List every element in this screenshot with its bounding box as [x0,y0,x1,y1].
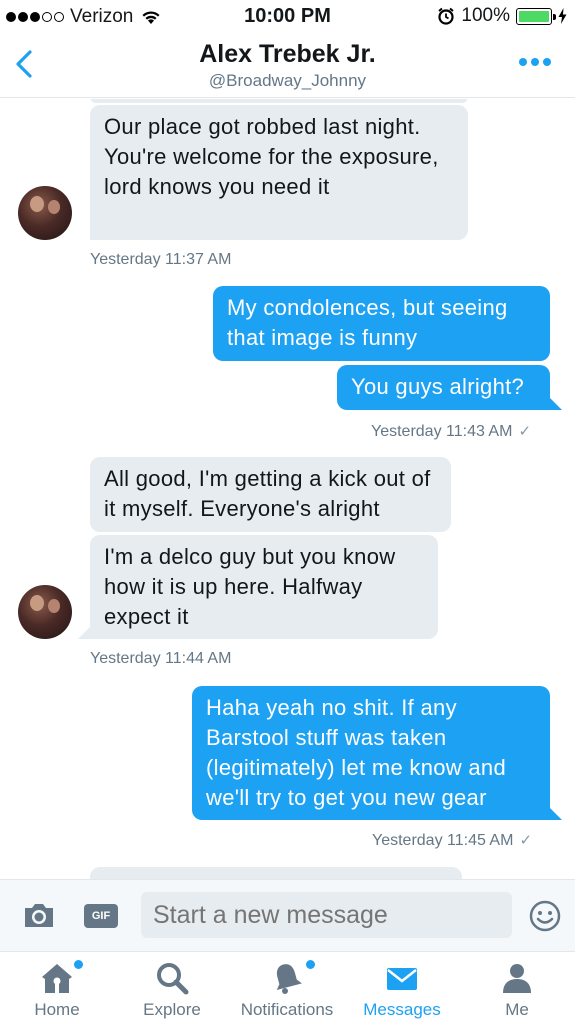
tab-label: Home [34,1000,80,1019]
search-icon [157,963,189,995]
outgoing-message[interactable]: My condolences, but seeing that image is… [213,286,550,361]
avatar[interactable] [18,585,72,639]
conversation-thread[interactable]: Our place got robbed last night. You're … [0,99,575,879]
gif-button[interactable]: GIF [84,904,118,928]
tab-bar: Home Explore Notifications Messages Me [0,951,575,1024]
incoming-message[interactable]: Our place got robbed last night. You're … [90,105,468,240]
avatar[interactable] [18,186,72,240]
message-timestamp: Yesterday 11:37 AM [90,251,232,268]
message-text: You guys alright? [351,374,525,399]
tab-home[interactable]: Home [12,952,102,1024]
incoming-message[interactable]: I'm a delco guy but you know how it is u… [90,535,438,639]
tab-label: Me [505,1000,529,1019]
message-timestamp: Yesterday 11:44 AM [90,650,232,667]
tab-label: Messages [363,1000,441,1019]
incoming-message[interactable]: All good, I'm getting a kick out of it m… [90,457,451,532]
message-composer: GIF [0,879,575,951]
message-text: All good, I'm getting a kick out of it m… [104,466,431,521]
message-timestamp: Yesterday 11:45 AM ✓ [372,832,533,849]
bell-icon [276,964,302,994]
message-text: I'm a delco guy but you know how it is u… [104,544,396,629]
tab-explore[interactable]: Explore [127,952,217,1024]
tab-notifications[interactable]: Notifications [228,952,346,1024]
contact-handle[interactable]: @Broadway_Johnny [0,71,575,91]
more-options-button[interactable] [519,58,551,66]
tab-messages[interactable]: Messages [356,952,448,1024]
partial-message[interactable] [90,867,462,879]
status-right: 100% [437,5,567,27]
bubble-tail [550,398,562,410]
battery-icon [516,7,556,25]
envelope-icon [387,968,417,990]
conversation-header: Alex Trebek Jr. @Broadway_Johnny [0,34,575,98]
camera-icon[interactable] [22,900,56,930]
status-bar: Verizon 10:00 PM 100% [0,0,575,34]
tab-label: Notifications [240,1000,334,1019]
bubble-tail [78,627,90,639]
new-content-badge [74,960,83,969]
new-content-badge [306,960,315,969]
partial-media-card[interactable] [90,99,468,103]
tab-me[interactable]: Me [472,952,562,1024]
battery-percent: 100% [461,5,510,26]
read-check-icon: ✓ [519,832,533,849]
person-icon [503,964,531,993]
emoji-icon[interactable] [529,900,561,932]
message-text: My condolences, but seeing that image is… [227,295,508,350]
tab-label: Explore [143,1000,201,1019]
message-text: Our place got robbed last night. You're … [104,114,439,199]
message-timestamp: Yesterday 11:43 AM ✓ [371,423,532,440]
outgoing-message[interactable]: Haha yeah no shit. If any Barstool stuff… [192,686,550,820]
message-input[interactable] [141,892,512,938]
charging-icon [558,8,567,24]
home-icon [42,964,72,993]
read-check-icon: ✓ [518,423,532,440]
contact-name[interactable]: Alex Trebek Jr. [0,40,575,69]
alarm-icon [438,7,455,25]
bubble-tail [550,808,562,820]
message-text: Haha yeah no shit. If any Barstool stuff… [206,695,507,810]
outgoing-message[interactable]: You guys alright? [337,365,550,410]
